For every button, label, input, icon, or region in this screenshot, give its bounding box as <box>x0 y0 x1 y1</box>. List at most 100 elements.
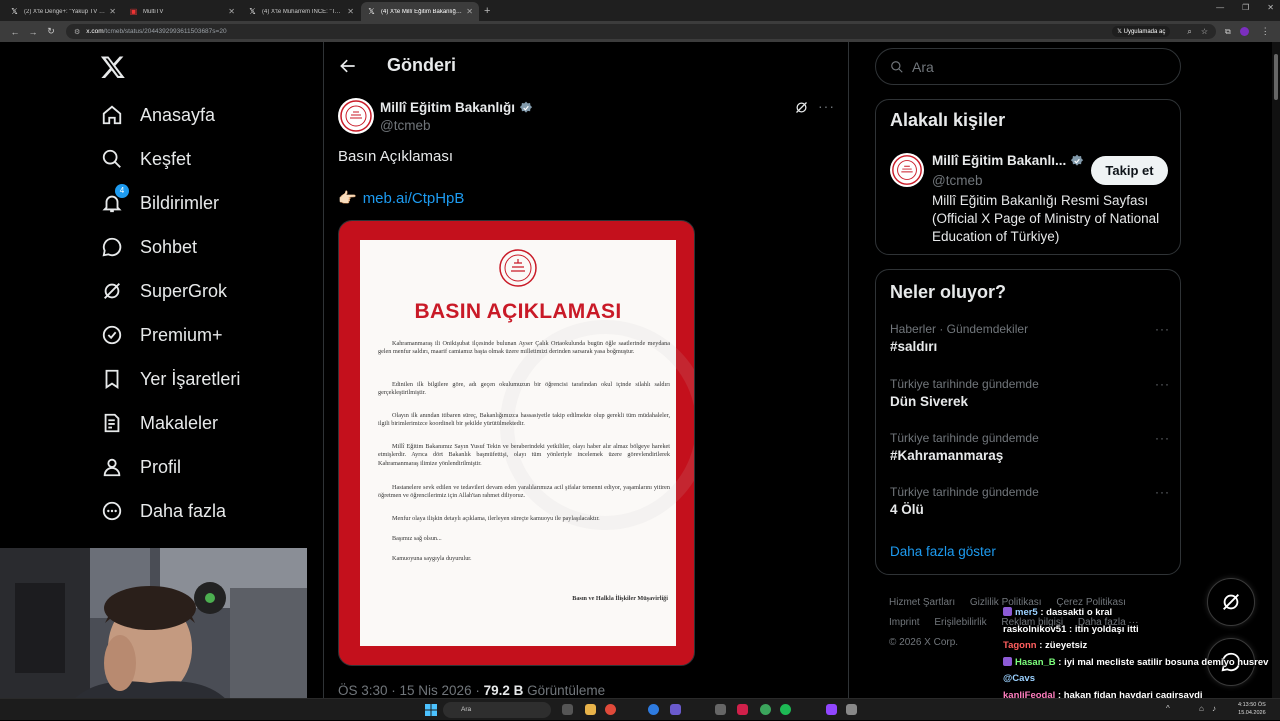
browser-tab-strip: 𝕏 (2) X'te Denge+: "Yakup TV nin ✕ ▣ MultiT… <box>0 0 1280 21</box>
page-title: Gönderi <box>387 55 457 75</box>
webcam-overlay <box>0 548 307 720</box>
zoom-icon[interactable]: ⌕ <box>1187 27 1191 37</box>
bookmark-star-icon[interactable]: ☆ <box>1201 27 1208 36</box>
post-timestamp[interactable]: ÖS 3:30 · 15 Nis 2026 · <box>338 683 484 698</box>
nav-label: Makaleler <box>140 412 219 433</box>
app-icon[interactable] <box>760 704 771 715</box>
page-scrollbar[interactable] <box>1272 42 1280 698</box>
close-tab-icon[interactable]: ✕ <box>466 7 473 16</box>
browser-tab[interactable]: 𝕏 (4) X'te Muharrem İNCE: "Tekin ✕ <box>242 2 360 21</box>
nav-item-premium[interactable]: Premium+ <box>100 320 223 350</box>
premium-badge-icon <box>100 323 124 347</box>
nav-item-more[interactable]: Daha fazla <box>100 496 226 526</box>
trend-item[interactable]: Türkiye tarihinde gündemde 4 Ölü ··· <box>890 485 1170 517</box>
nav-item-bookmarks[interactable]: Yer İşaretleri <box>100 364 240 394</box>
chat-message: Tagonn : züeyetsiz <box>1003 638 1273 655</box>
taskbar-search[interactable]: Ara <box>443 702 551 718</box>
more-options-icon[interactable]: ··· <box>1155 431 1170 445</box>
discord-icon[interactable] <box>670 704 681 715</box>
document-title: BASIN AÇIKLAMASI <box>414 300 622 323</box>
app-icon[interactable] <box>826 704 837 715</box>
trend-item[interactable]: Türkiye tarihinde gündemde #Kahramanmara… <box>890 431 1170 463</box>
follow-button[interactable]: Takip et <box>1091 156 1168 185</box>
close-tab-icon[interactable]: ✕ <box>109 7 116 16</box>
browser-menu-icon[interactable]: ⋮ <box>1261 26 1270 37</box>
post-metadata: ÖS 3:30 · 15 Nis 2026 · 79.2 B Görüntüle… <box>338 683 605 698</box>
related-avatar[interactable] <box>890 153 924 187</box>
chat-message: mer5 : dassakti o kral <box>1003 605 1273 622</box>
profile-avatar[interactable] <box>1239 27 1249 36</box>
spotify-icon[interactable] <box>780 704 791 715</box>
nav-item-chat[interactable]: Sohbet <box>100 232 197 262</box>
x-logo-icon[interactable] <box>100 54 126 80</box>
taskbar-search-placeholder: Ara <box>461 706 472 713</box>
author-avatar[interactable] <box>338 98 374 134</box>
nav-item-home[interactable]: Anasayfa <box>100 100 215 130</box>
nav-label: Profil <box>140 456 182 477</box>
new-tab-icon[interactable]: + <box>484 2 490 21</box>
tray-chevron-icon[interactable]: ^ <box>1166 704 1170 713</box>
address-bar[interactable]: ⚙ x.com/tcmeb/status/2044392993611503687… <box>66 24 1216 39</box>
back-nav-icon[interactable]: ← <box>6 27 24 37</box>
show-more-link[interactable]: Daha fazla göster <box>890 544 996 559</box>
chat-message: @Cavs <box>1003 671 1273 688</box>
minimize-icon[interactable]: — <box>1216 3 1224 12</box>
back-arrow-icon[interactable] <box>338 56 358 76</box>
extensions-icon[interactable]: ⧉ <box>1225 27 1231 37</box>
post-link[interactable]: 👉🏻 meb.ai/CtpHpB <box>338 189 465 208</box>
chat-username: @Cavs <box>1003 673 1035 684</box>
author-name-text: Millî Eğitim Bakanlığı <box>380 100 516 115</box>
scrollbar-thumb[interactable] <box>1274 54 1278 100</box>
app-icon[interactable] <box>737 704 748 715</box>
meb-seal-icon <box>892 155 922 185</box>
browser-tab[interactable]: ▣ MultiTV ✕ <box>123 2 241 21</box>
file-explorer-icon[interactable] <box>585 704 596 715</box>
maximize-icon[interactable]: ❐ <box>1242 3 1249 12</box>
taskview-icon[interactable] <box>562 704 573 715</box>
trend-item[interactable]: Türkiye tarihinde gündemde Dün Siverek ·… <box>890 377 1170 409</box>
reload-icon[interactable]: ↻ <box>42 26 60 37</box>
document-paragraph: Kahramanmaraş ili Onikişubat ilçesinde b… <box>378 340 670 356</box>
nav-item-articles[interactable]: Makaleler <box>100 408 218 438</box>
post-link-text: meb.ai/CtpHpB <box>362 189 465 207</box>
chat-message: raskolnikov51 : itin yoldaşı itti <box>1003 622 1273 639</box>
open-in-app-chip[interactable]: 𝕏 Uygulamada aç <box>1112 26 1171 37</box>
more-options-icon[interactable]: ··· <box>1155 322 1170 336</box>
more-options-icon[interactable]: ··· <box>818 98 835 114</box>
app-icon[interactable] <box>846 704 857 715</box>
footer-link[interactable]: Erişilebilirlik <box>934 617 986 628</box>
edge-icon[interactable] <box>648 704 659 715</box>
chrome-icon[interactable] <box>605 704 616 715</box>
footer-link[interactable]: Imprint <box>889 617 920 628</box>
post-image[interactable]: BASIN AÇIKLAMASI Kahramanmaraş ili Oniki… <box>338 220 695 666</box>
related-handle[interactable]: @tcmeb <box>932 173 982 188</box>
home-icon <box>100 103 124 127</box>
grok-icon[interactable] <box>794 100 809 115</box>
nav-item-notifications[interactable]: 4 Bildirimler <box>100 184 219 218</box>
windows-start-icon[interactable] <box>425 704 437 716</box>
browser-tab[interactable]: 𝕏 (2) X'te Denge+: "Yakup TV nin ✕ <box>4 2 122 21</box>
search-placeholder: Ara <box>912 58 934 75</box>
volume-icon[interactable]: ♪ <box>1212 704 1216 713</box>
trend-item[interactable]: Haberler · Gündemdekiler #saldırı ··· <box>890 322 1170 354</box>
related-name[interactable]: Millî Eğitim Bakanlı... <box>932 153 1084 168</box>
network-icon[interactable]: ⌂ <box>1199 704 1204 713</box>
footer-link[interactable]: Hizmet Şartları <box>889 597 955 608</box>
forward-nav-icon[interactable]: → <box>24 27 42 37</box>
nav-item-explore[interactable]: Keşfet <box>100 144 191 174</box>
search-box[interactable]: Ara <box>875 48 1181 85</box>
taskbar-clock[interactable]: 4:13:50 ÖS 15.04.2026 <box>1238 701 1266 717</box>
close-tab-icon[interactable]: ✕ <box>347 7 354 16</box>
browser-tab-active[interactable]: 𝕏 (4) X'te Millî Eğitim Bakanlığı: "Bas ✕ <box>361 2 479 21</box>
author-handle[interactable]: @tcmeb <box>380 118 430 133</box>
nav-item-supergrok[interactable]: SuperGrok <box>100 276 227 306</box>
close-tab-icon[interactable]: ✕ <box>228 7 235 16</box>
more-options-icon[interactable]: ··· <box>1155 485 1170 499</box>
author-name[interactable]: Millî Eğitim Bakanlığı <box>380 100 533 115</box>
document-paragraph: Hastanelere sevk edilen ve tedavileri de… <box>378 484 670 500</box>
app-icon[interactable] <box>715 704 726 715</box>
nav-item-profile[interactable]: Profil <box>100 452 181 482</box>
more-options-icon[interactable]: ··· <box>1155 377 1170 391</box>
site-info-icon[interactable]: ⚙ <box>74 28 80 36</box>
close-window-icon[interactable]: ✕ <box>1267 3 1274 12</box>
